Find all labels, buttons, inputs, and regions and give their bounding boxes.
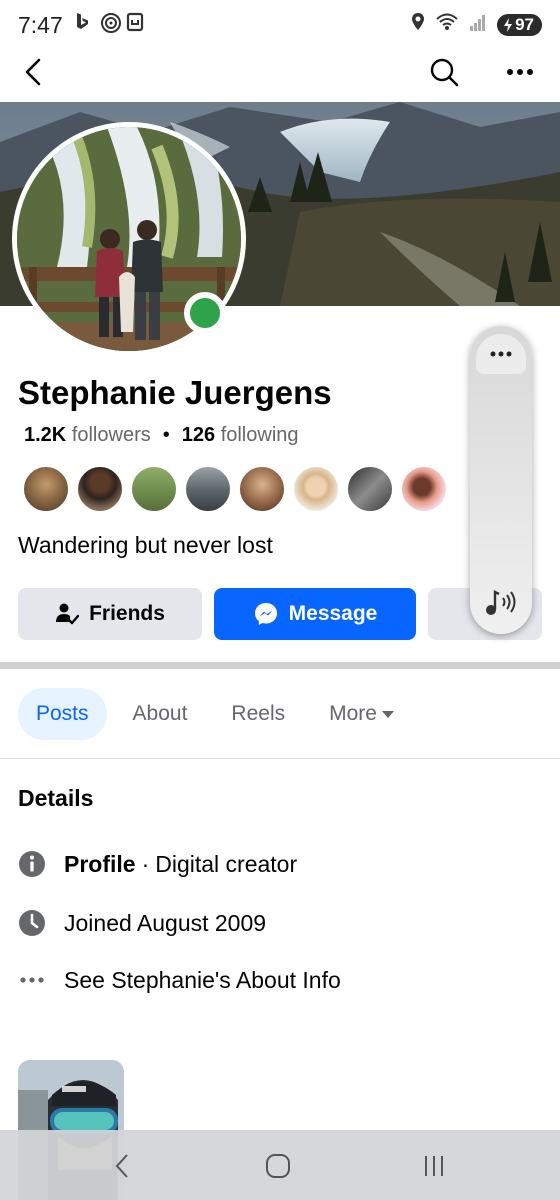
detail-profile-type: Profile · Digital creator [18,850,297,878]
wifi-icon [435,12,459,37]
friend-avatar [238,465,286,513]
more-dots-icon [490,351,512,357]
friend-avatar [346,465,394,513]
detail-separator: · [141,850,150,877]
following-link[interactable]: 126 following [182,424,299,447]
tab-more[interactable]: More [311,688,413,740]
details-heading: Details [18,785,94,811]
online-status-dot [184,292,226,334]
friends-check-icon [56,603,80,625]
status-time: 7:47 [18,12,63,38]
music-sound-button[interactable] [482,586,522,620]
friend-avatar [130,465,178,513]
system-navigation-bar [0,1130,560,1200]
message-button[interactable]: Message [214,588,416,640]
detail-profile-value: Digital creator [155,850,298,877]
follow-stats: 1.2K followers • 126 following [24,424,299,447]
top-nav [0,50,560,102]
following-count: 126 [181,424,216,446]
floating-menu-button[interactable] [476,334,526,374]
profile-tabs: Posts About Reels More [18,688,421,740]
tabs-divider [0,758,560,759]
status-bar: 7:47 97 [0,0,560,50]
detail-joined: Joined August 2009 [18,909,266,937]
messenger-icon [254,603,277,625]
search-button[interactable] [424,52,464,92]
more-dots-icon [18,966,46,994]
screenshot-icon [126,12,144,34]
bing-icon [74,12,92,34]
tab-posts[interactable]: Posts [18,688,107,740]
battery-level: 97 [515,14,534,34]
followers-count: 1.2K [24,424,67,446]
following-label: following [220,424,299,446]
nfc-icon [100,12,121,34]
system-recents-button[interactable] [414,1150,454,1182]
see-about-info-text: See Stephanie's About Info [64,966,341,993]
friend-avatar [76,465,124,513]
signal-icon [469,12,487,37]
mutual-friends-row[interactable] [22,465,448,513]
system-back-button[interactable] [102,1150,142,1182]
status-left-icons [74,12,144,34]
info-icon [18,850,46,878]
profile-name: Stephanie Juergens [18,374,332,411]
friends-button[interactable]: Friends [18,588,202,640]
message-button-label: Message [288,602,378,625]
tab-more-label: More [329,702,377,725]
friend-avatar [292,465,340,513]
see-about-info-link[interactable]: See Stephanie's About Info [18,966,341,994]
more-options-button[interactable] [500,52,540,92]
detail-profile-label: Profile [64,850,136,877]
friend-avatar [22,465,70,513]
system-home-icon [266,1154,290,1178]
system-back-icon [115,1154,128,1178]
back-button[interactable] [14,52,54,92]
more-dots-icon [507,69,533,75]
system-home-button[interactable] [258,1150,298,1182]
floating-audio-widget[interactable] [470,326,532,634]
detail-joined-text: Joined August 2009 [64,909,267,936]
tab-reels[interactable]: Reels [213,688,303,740]
status-right-icons: 97 [411,12,542,37]
section-divider [0,662,560,669]
music-note-sound-icon [486,590,516,615]
follow-separator: • [162,424,170,446]
tab-about[interactable]: About [115,688,206,740]
profile-bio: Wandering but never lost [18,532,273,558]
followers-link[interactable]: 1.2K followers [24,424,151,447]
clock-icon [18,909,46,937]
followers-label: followers [71,424,151,446]
search-icon [430,58,459,87]
friend-avatar [400,465,448,513]
back-icon [25,58,41,86]
friends-button-label: Friends [89,602,165,625]
location-icon [411,12,425,37]
system-recents-icon [425,1156,443,1176]
friend-avatar [184,465,232,513]
battery-icon: 97 [497,13,542,36]
caret-down-icon [381,711,394,718]
